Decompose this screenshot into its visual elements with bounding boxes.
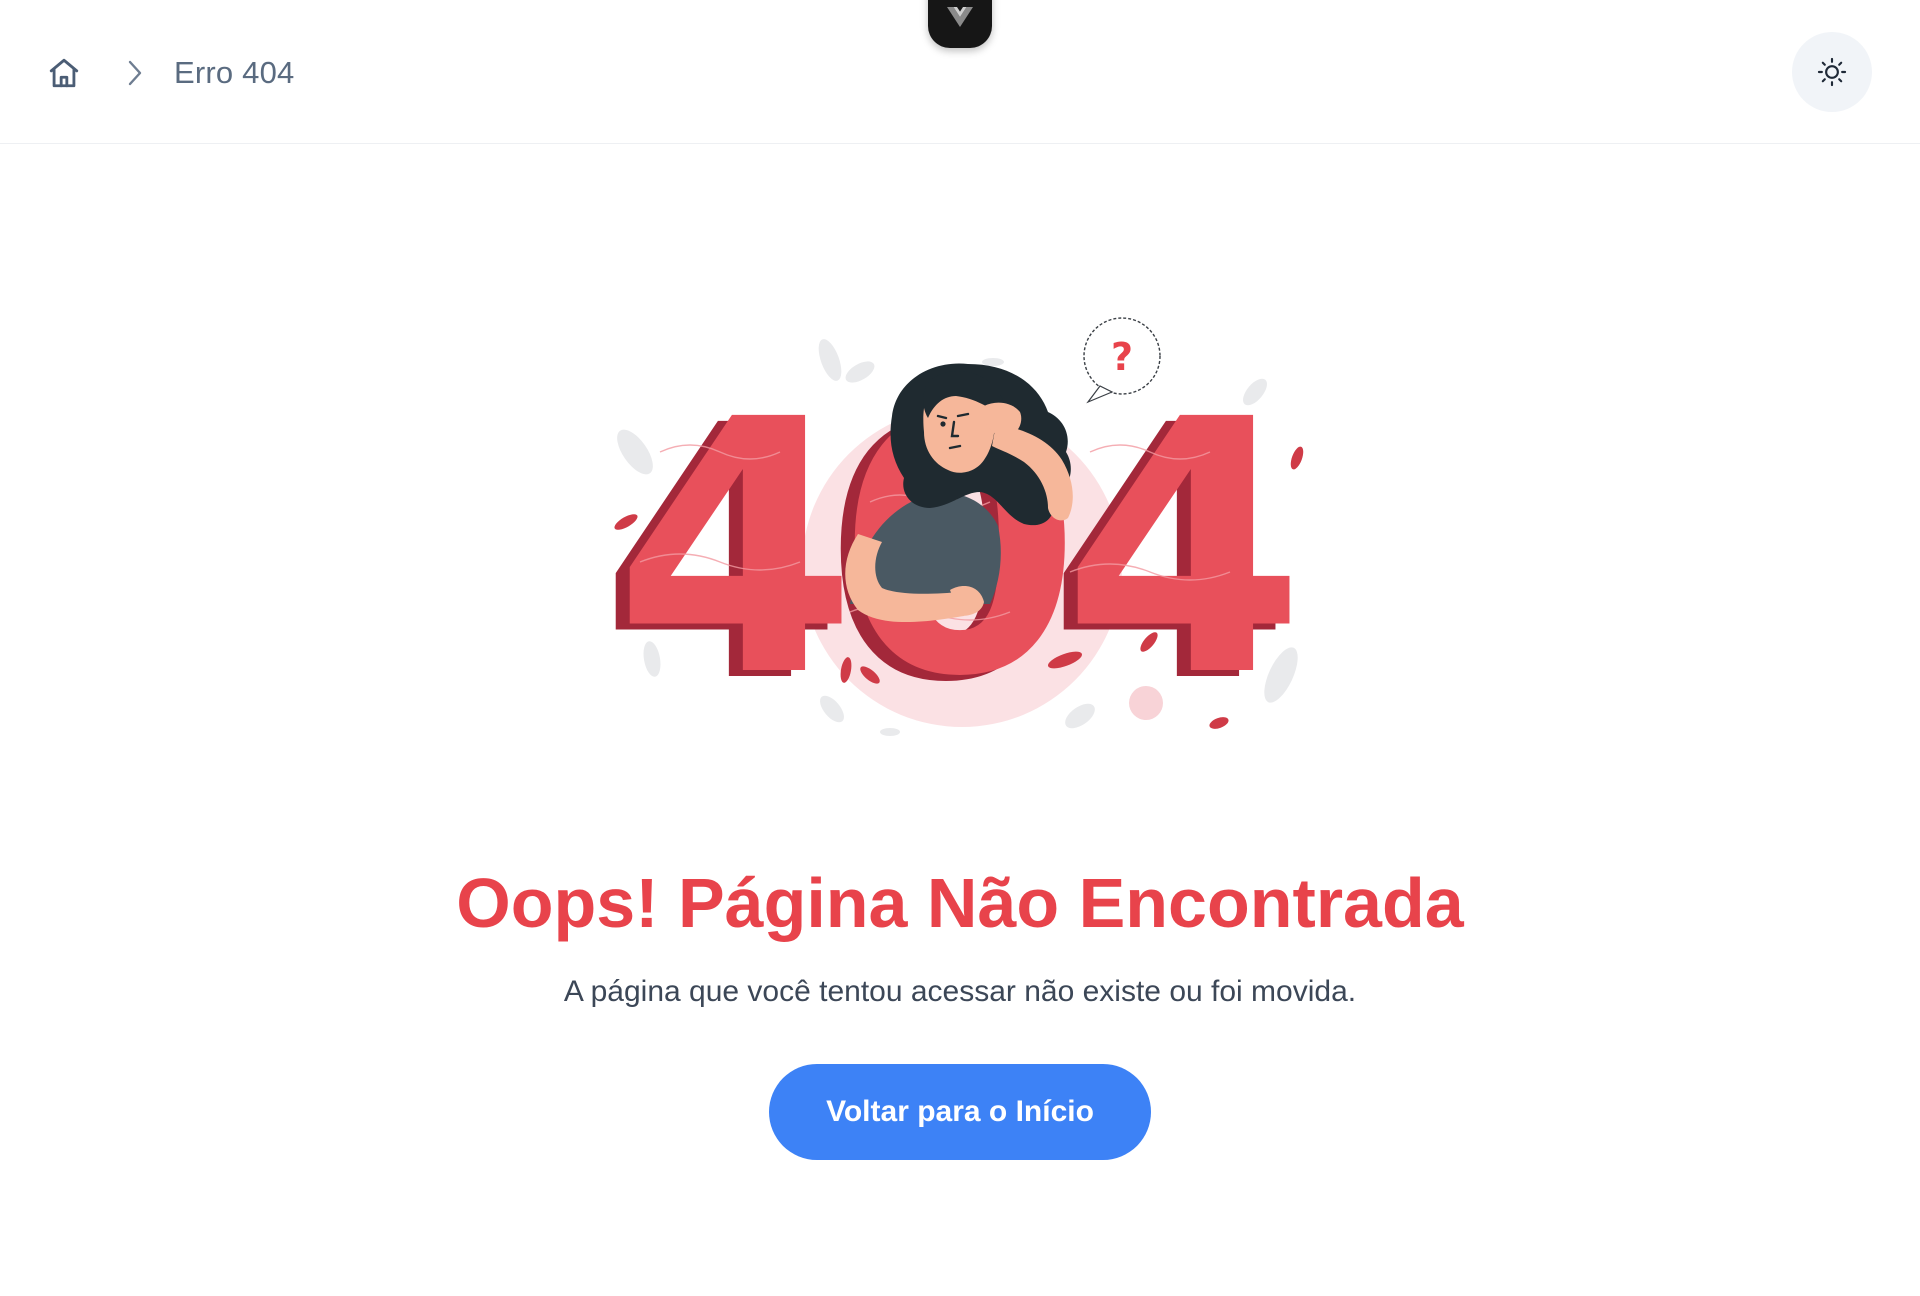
top-header: Erro 404: [0, 0, 1920, 144]
breadcrumb-home-link[interactable]: [44, 53, 84, 93]
theme-toggle-button[interactable]: [1792, 32, 1872, 112]
v-logo-icon: [947, 7, 973, 27]
home-icon: [49, 58, 79, 88]
sun-icon: [1817, 57, 1847, 87]
question-mark: ?: [1111, 335, 1133, 379]
404-illustration: 4 0 4 4 0 4: [600, 312, 1320, 759]
breadcrumb: Erro 404: [44, 50, 295, 96]
breadcrumb-current: Erro 404: [174, 55, 295, 90]
v-logo-badge[interactable]: [928, 0, 992, 48]
page-title: Oops! Página Não Encontrada: [456, 864, 1464, 942]
page-subtitle: A página que você tentou acessar não exi…: [563, 975, 1357, 1008]
svg-text:4: 4: [1062, 345, 1306, 752]
back-to-home-button[interactable]: Voltar para o Início: [769, 1064, 1151, 1160]
svg-text:4: 4: [614, 345, 858, 752]
chevron-right-icon: [118, 53, 152, 93]
